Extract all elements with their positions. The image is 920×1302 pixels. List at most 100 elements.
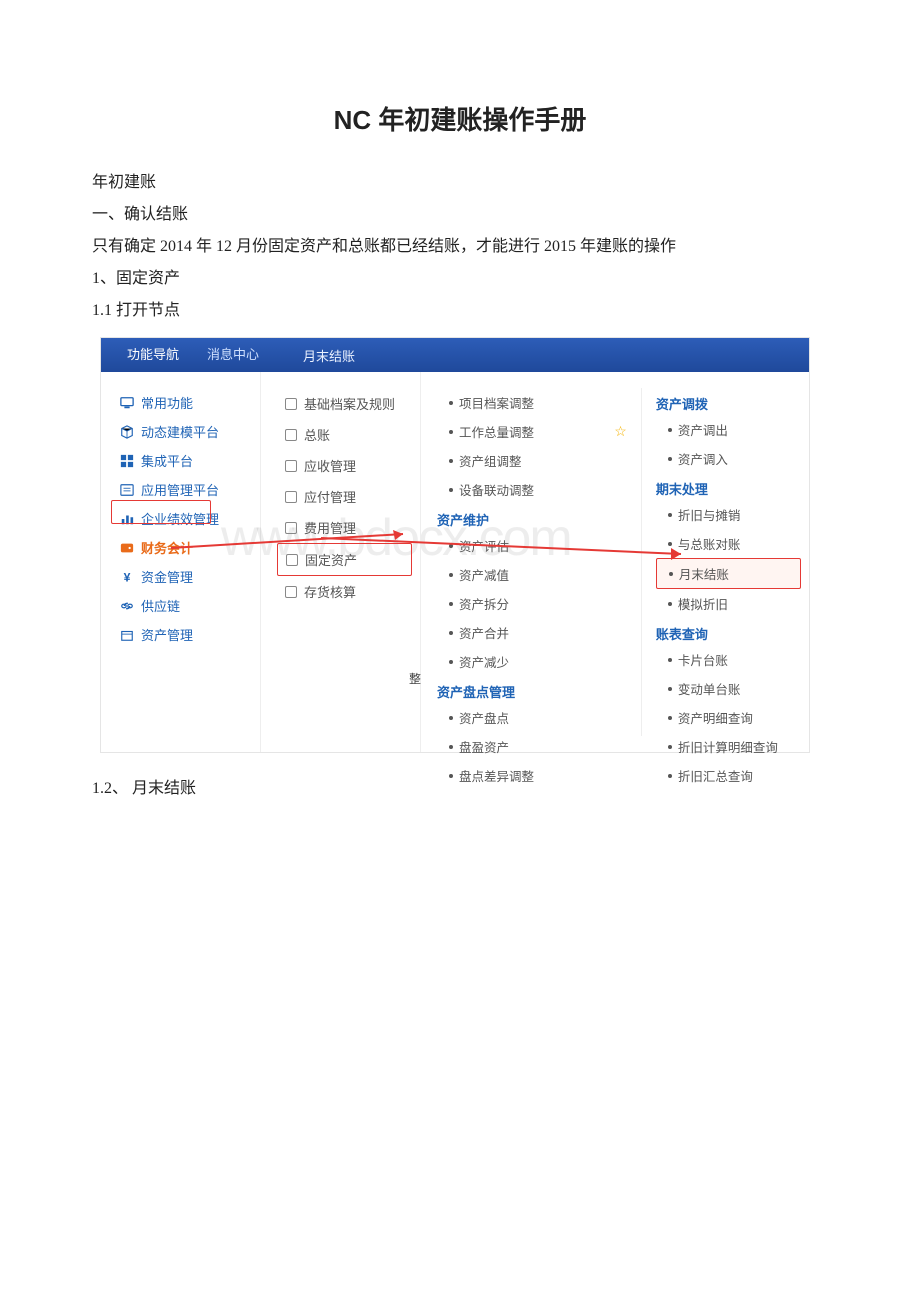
menu-b-item-13[interactable]: 折旧汇总查询 xyxy=(656,761,801,790)
menu-item-label: 资产减值 xyxy=(459,565,509,584)
menu-a-item-0[interactable]: 项目档案调整 xyxy=(437,388,633,417)
sidebar-item-6[interactable]: ¥ 资金管理 xyxy=(117,562,252,591)
sidebar-item-label: 集成平台 xyxy=(141,451,193,470)
sidebar-item-7[interactable]: 供应链 xyxy=(117,591,252,620)
menu-col-a: 项目档案调整工作总量调整 ☆ 资产组调整设备联动调整资产维护资产评估资产减值资产拆分… xyxy=(437,388,641,736)
truncated-char: 整 xyxy=(409,670,421,687)
monitor-icon xyxy=(119,395,135,411)
sidebar-item-8[interactable]: 资产管理 xyxy=(117,620,252,649)
menu-item-label: 资产组调整 xyxy=(459,451,522,470)
menu-item-label: 资产盘点 xyxy=(459,708,509,727)
sidebar-item-label: 财务会计 xyxy=(141,538,193,557)
menu-item-label: 盘盈资产 xyxy=(459,737,509,756)
topbar: 功能导航 消息中心 月末结账 xyxy=(101,338,809,372)
tab-function-nav[interactable]: 功能导航 xyxy=(113,338,193,372)
menu-item-label: 与总账对账 xyxy=(678,534,741,553)
menu-b-item-6[interactable]: 月末结账 xyxy=(656,558,801,589)
menu-b-item-5[interactable]: 与总账对账 xyxy=(656,529,801,558)
module-item-label: 应付管理 xyxy=(304,487,356,506)
sidebar-item-0[interactable]: 常用功能 xyxy=(117,388,252,417)
tab-message-center[interactable]: 消息中心 xyxy=(193,338,273,372)
menu-a-item-11[interactable]: 资产盘点 xyxy=(437,703,633,732)
menu-a-item-8[interactable]: 资产合并 xyxy=(437,618,633,647)
sidebar-item-label: 应用管理平台 xyxy=(141,480,219,499)
sidebar-item-label: 供应链 xyxy=(141,596,180,615)
menu-b-item-12[interactable]: 折旧计算明细查询 xyxy=(656,732,801,761)
sidebar-item-label: 企业绩效管理 xyxy=(141,509,219,528)
menu-a-item-1[interactable]: 工作总量调整 ☆ xyxy=(437,417,633,446)
sidebar-item-label: 常用功能 xyxy=(141,393,193,412)
menu-a-item-5[interactable]: 资产评估 xyxy=(437,531,633,560)
menu-a-item-9[interactable]: 资产减少 xyxy=(437,647,633,676)
sidebar-item-label: 资金管理 xyxy=(141,567,193,586)
para-2: 一、确认结账 xyxy=(60,199,860,231)
sidebar-item-1[interactable]: 动态建模平台 xyxy=(117,417,252,446)
menu-a-item-3[interactable]: 设备联动调整 xyxy=(437,475,633,504)
menu-item-label: 资产调出 xyxy=(678,420,728,439)
menu-a-item-13[interactable]: 盘点差异调整 xyxy=(437,761,633,790)
para-4: 1、固定资产 xyxy=(60,263,860,295)
module-item-label: 总账 xyxy=(304,425,330,444)
module-item-2[interactable]: 应收管理 xyxy=(277,450,412,481)
menu-b-header-8: 账表查询 xyxy=(656,618,801,645)
module-list: 基础档案及规则总账应收管理应付管理费用管理固定资产存货核算 xyxy=(261,372,421,752)
module-item-0[interactable]: 基础档案及规则 xyxy=(277,388,412,419)
yen-icon: ¥ xyxy=(119,569,135,585)
module-item-1[interactable]: 总账 xyxy=(277,419,412,450)
menu-item-label: 资产调入 xyxy=(678,449,728,468)
link-icon xyxy=(119,598,135,614)
menu-b-header-0: 资产调拨 xyxy=(656,388,801,415)
module-item-5[interactable]: 固定资产 xyxy=(277,543,412,576)
sidebar-item-2[interactable]: 集成平台 xyxy=(117,446,252,475)
nav-body: 常用功能动态建模平台集成平台应用管理平台企业绩效管理财务会计¥资金管理供应链资产… xyxy=(101,372,809,752)
menu-b-item-10[interactable]: 变动单台账 xyxy=(656,674,801,703)
menu-b-item-1[interactable]: 资产调出 xyxy=(656,415,801,444)
menu-b-item-7[interactable]: 模拟折旧 xyxy=(656,589,801,618)
sidebar-item-label: 资产管理 xyxy=(141,625,193,644)
menu-b-item-11[interactable]: 资产明细查询 xyxy=(656,703,801,732)
star-icon[interactable]: ☆ xyxy=(614,423,633,440)
module-item-label: 费用管理 xyxy=(304,518,356,537)
module-item-label: 存货核算 xyxy=(304,582,356,601)
menu-b-item-9[interactable]: 卡片台账 xyxy=(656,645,801,674)
list-icon xyxy=(119,482,135,498)
menu-a-header-4: 资产维护 xyxy=(437,504,633,531)
menu-a-item-2[interactable]: 资产组调整 xyxy=(437,446,633,475)
menu-col-b: 资产调拨资产调出资产调入期末处理折旧与摊销与总账对账月末结账模拟折旧账表查询卡片… xyxy=(641,388,801,736)
sidebar-item-3[interactable]: 应用管理平台 xyxy=(117,475,252,504)
menu-item-label: 模拟折旧 xyxy=(678,594,728,613)
menu-item-label: 资产合并 xyxy=(459,623,509,642)
module-item-4[interactable]: 费用管理 xyxy=(277,512,412,543)
topbar-title: 月末结账 xyxy=(303,346,355,365)
menu-item-label: 资产拆分 xyxy=(459,594,509,613)
menu-a-item-12[interactable]: 盘盈资产 xyxy=(437,732,633,761)
menu-item-label: 资产减少 xyxy=(459,652,509,671)
module-item-label: 基础档案及规则 xyxy=(304,394,395,413)
box-icon xyxy=(119,627,135,643)
menu-item-label: 项目档案调整 xyxy=(459,393,534,412)
page-title: NC 年初建账操作手册 xyxy=(60,100,860,137)
menu-b-item-4[interactable]: 折旧与摊销 xyxy=(656,500,801,529)
cube-icon xyxy=(119,424,135,440)
menu-columns: 项目档案调整工作总量调整 ☆ 资产组调整设备联动调整资产维护资产评估资产减值资产拆分… xyxy=(421,372,809,752)
para-1: 年初建账 xyxy=(60,167,860,199)
menu-item-label: 工作总量调整 xyxy=(459,422,534,441)
module-item-3[interactable]: 应付管理 xyxy=(277,481,412,512)
svg-text:¥: ¥ xyxy=(124,570,131,584)
menu-item-label: 折旧与摊销 xyxy=(678,505,741,524)
menu-a-item-7[interactable]: 资产拆分 xyxy=(437,589,633,618)
menu-item-label: 资产评估 xyxy=(459,536,509,555)
para-5: 1.1 打开节点 xyxy=(60,295,860,327)
module-item-label: 应收管理 xyxy=(304,456,356,475)
module-item-6[interactable]: 存货核算 xyxy=(277,576,412,607)
menu-a-header-10: 资产盘点管理 xyxy=(437,676,633,703)
wallet-icon xyxy=(119,540,135,556)
menu-a-item-6[interactable]: 资产减值 xyxy=(437,560,633,589)
menu-item-label: 折旧计算明细查询 xyxy=(678,737,778,756)
sidebar-item-label: 动态建模平台 xyxy=(141,422,219,441)
menu-item-label: 月末结账 xyxy=(679,564,729,583)
sidebar-item-4[interactable]: 企业绩效管理 xyxy=(117,504,252,533)
sidebar-item-5[interactable]: 财务会计 xyxy=(117,533,252,562)
para-3: 只有确定 2014 年 12 月份固定资产和总账都已经结账，才能进行 2015 … xyxy=(28,231,860,263)
menu-b-item-2[interactable]: 资产调入 xyxy=(656,444,801,473)
